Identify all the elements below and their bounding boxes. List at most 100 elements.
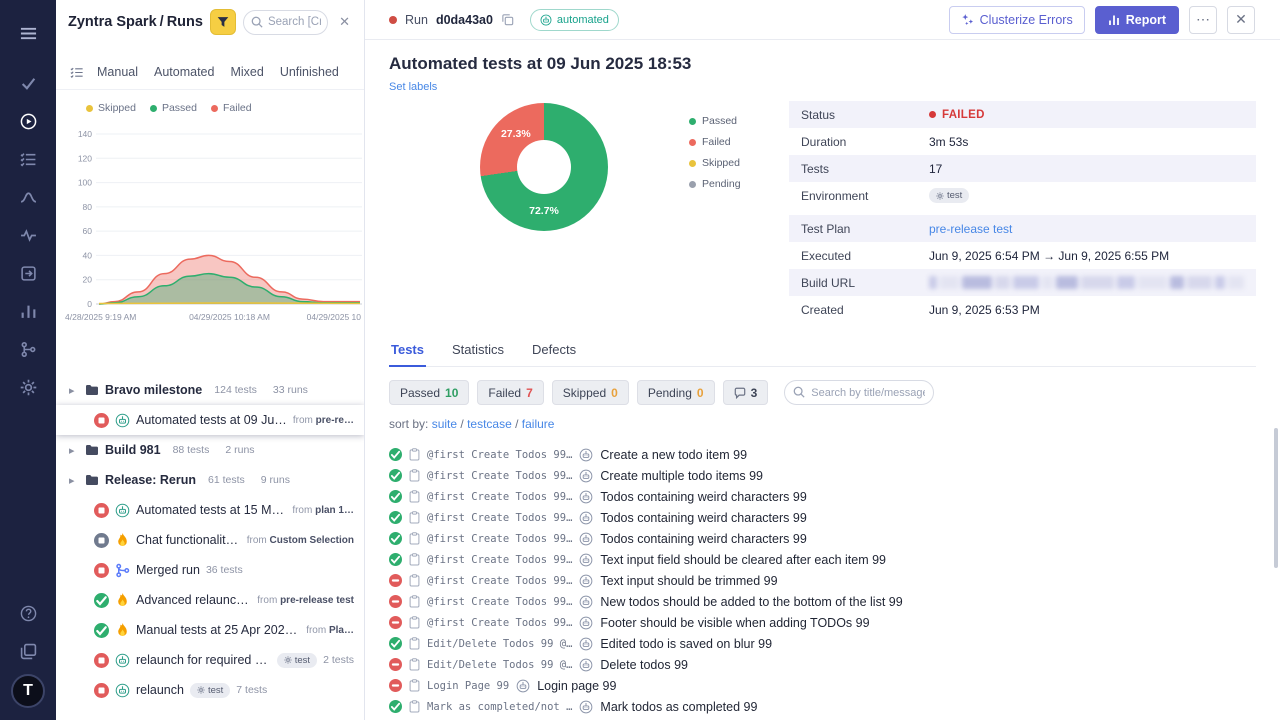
folder-tests-count: 61 tests: [208, 474, 245, 486]
sort-option-suite[interactable]: suite: [432, 417, 457, 431]
donut-legend-pending[interactable]: Pending: [689, 178, 775, 190]
panel-tab-mixed[interactable]: Mixed: [230, 65, 263, 79]
donut-legend-failed[interactable]: Failed: [689, 136, 775, 148]
info-label: Build URL: [801, 276, 929, 290]
test-row[interactable]: @first Create Todos 99…Todos containing …: [389, 507, 1256, 528]
test-row[interactable]: @first Create Todos 99…Text input should…: [389, 570, 1256, 591]
test-row[interactable]: @first Create Todos 99…Create a new todo…: [389, 444, 1256, 465]
filter-button[interactable]: [210, 9, 236, 35]
filter-failed-button[interactable]: Failed7: [477, 380, 543, 405]
robot-icon: [115, 653, 130, 668]
donut-legend-skipped[interactable]: Skipped: [689, 157, 775, 169]
nav-reports-button[interactable]: [11, 294, 45, 328]
info-value: Jun 9, 2025 6:54 PM → Jun 9, 2025 6:55 P…: [929, 249, 1244, 263]
run-row[interactable]: relaunch for required grouptest2 tests: [56, 645, 364, 675]
filter-comments-button[interactable]: 3: [723, 380, 769, 405]
test-row[interactable]: @first Create Todos 99…Todos containing …: [389, 486, 1256, 507]
robot-icon: [579, 469, 593, 483]
nav-tasks-button[interactable]: [11, 66, 45, 100]
legend-passed[interactable]: Passed: [150, 102, 197, 114]
nav-analytics-button[interactable]: [11, 218, 45, 252]
test-row[interactable]: Edit/Delete Todos 99 @…Delete todos 99: [389, 654, 1256, 675]
filter-pending-button[interactable]: Pending0: [637, 380, 715, 405]
menu-icon: [20, 25, 37, 42]
robot-icon: [579, 658, 593, 672]
nav-trends-button[interactable]: [11, 180, 45, 214]
menu-button[interactable]: [11, 16, 45, 50]
test-row[interactable]: @first Create Todos 99…Footer should be …: [389, 612, 1256, 633]
legend-failed[interactable]: Failed: [211, 102, 252, 114]
run-row[interactable]: relaunchtest7 tests: [56, 675, 364, 705]
test-row[interactable]: @first Create Todos 99…Todos containing …: [389, 528, 1256, 549]
activity-icon: [20, 227, 37, 244]
run-folder-row[interactable]: ▸Release: Rerun61 tests9 runs: [56, 465, 364, 495]
report-button[interactable]: Report: [1095, 6, 1179, 34]
app-logo[interactable]: T: [11, 674, 45, 708]
test-plan-link[interactable]: pre-release test: [929, 222, 1012, 236]
run-from: from pre-re…: [293, 415, 354, 426]
failed-status-icon: [94, 683, 109, 698]
run-status-dot: [389, 16, 397, 24]
more-button[interactable]: ⋯: [1189, 6, 1217, 34]
run-name: relaunch for required group: [136, 653, 271, 667]
nav-import-button[interactable]: [11, 256, 45, 290]
test-row[interactable]: @first Create Todos 99…Text input field …: [389, 549, 1256, 570]
run-row[interactable]: Merged run36 tests: [56, 555, 364, 585]
panel-tab-unfinished[interactable]: Unfinished: [280, 65, 339, 79]
set-labels-link[interactable]: Set labels: [389, 81, 437, 93]
blurred-build-url: [929, 276, 1244, 289]
test-row[interactable]: @first Create Todos 99…Create multiple t…: [389, 465, 1256, 486]
legend-skipped[interactable]: Skipped: [86, 102, 136, 114]
run-row[interactable]: Automated tests at 15 May 2025 12:32from…: [56, 495, 364, 525]
clipboard-icon: [409, 679, 420, 692]
tab-statistics[interactable]: Statistics: [450, 335, 506, 366]
legend-dot: [86, 105, 93, 112]
sort-bar: sort by: suite / testcase / failure: [389, 417, 1256, 431]
donut-legend-passed[interactable]: Passed: [689, 115, 775, 127]
run-folder-row[interactable]: ▸Bravo milestone124 tests33 runs: [56, 375, 364, 405]
run-title: Automated tests at 09 Jun 2025 18:53: [389, 54, 1256, 74]
badge-label: test: [947, 190, 962, 201]
sort-option-testcase[interactable]: testcase: [467, 417, 512, 431]
badge-label: test: [295, 655, 310, 666]
status-text: FAILED: [942, 109, 985, 121]
run-folder-row[interactable]: ▸Build 98188 tests2 runs: [56, 435, 364, 465]
clusterize-errors-button[interactable]: Clusterize Errors: [949, 6, 1085, 34]
panel-tab-automated[interactable]: Automated: [154, 65, 214, 79]
run-row[interactable]: Manual tests at 25 Apr 2025 10:06 Copyfr…: [56, 615, 364, 645]
tests-search-input[interactable]: [784, 380, 934, 405]
scrollbar-thumb[interactable]: [1274, 428, 1278, 568]
tab-defects[interactable]: Defects: [530, 335, 578, 366]
results-donut-chart[interactable]: 72.7%27.3%: [480, 103, 608, 231]
nav-copies-button[interactable]: [11, 634, 45, 668]
nav-test-plans-button[interactable]: [11, 142, 45, 176]
nav-branches-button[interactable]: [11, 332, 45, 366]
nav-help-button[interactable]: [11, 596, 45, 630]
environment-badge[interactable]: test: [929, 188, 969, 203]
tab-tests[interactable]: Tests: [389, 335, 426, 366]
test-row[interactable]: Mark as completed/not …Mark todos as com…: [389, 696, 1256, 717]
test-row[interactable]: Login Page 99Login page 99: [389, 675, 1256, 696]
run-row[interactable]: Advanced relaunch test Copyfrom pre-rele…: [56, 585, 364, 615]
close-run-button[interactable]: ✕: [1227, 6, 1255, 34]
sort-option-failure[interactable]: failure: [522, 417, 555, 431]
info-row-environment: Environmenttest: [789, 182, 1256, 209]
run-row[interactable]: Automated tests at 09 Jun 2025 18:53from…: [56, 405, 364, 435]
test-row[interactable]: Edit/Delete Todos 99 @…Edited todo is sa…: [389, 633, 1256, 654]
badge-label: test: [208, 685, 223, 696]
test-suite: @first Create Todos 99…: [427, 491, 572, 503]
panel-tab-manual[interactable]: Manual: [97, 65, 138, 79]
clipboard-icon: [409, 595, 420, 608]
panel-close-button[interactable]: ✕: [335, 12, 354, 32]
select-runs-icon[interactable]: [70, 66, 83, 79]
filter-passed-button[interactable]: Passed10: [389, 380, 469, 405]
test-row[interactable]: @first Create Todos 99…New todos should …: [389, 591, 1256, 612]
automated-badge[interactable]: automated: [530, 9, 619, 31]
run-row[interactable]: Chat functionality test Copyfrom Custom …: [56, 525, 364, 555]
copy-run-id-button[interactable]: [501, 13, 514, 26]
filter-skipped-button[interactable]: Skipped0: [552, 380, 629, 405]
report-label: Report: [1126, 13, 1166, 27]
folder-icon: [85, 384, 99, 396]
nav-settings-button[interactable]: [11, 370, 45, 404]
nav-runs-button[interactable]: [11, 104, 45, 138]
